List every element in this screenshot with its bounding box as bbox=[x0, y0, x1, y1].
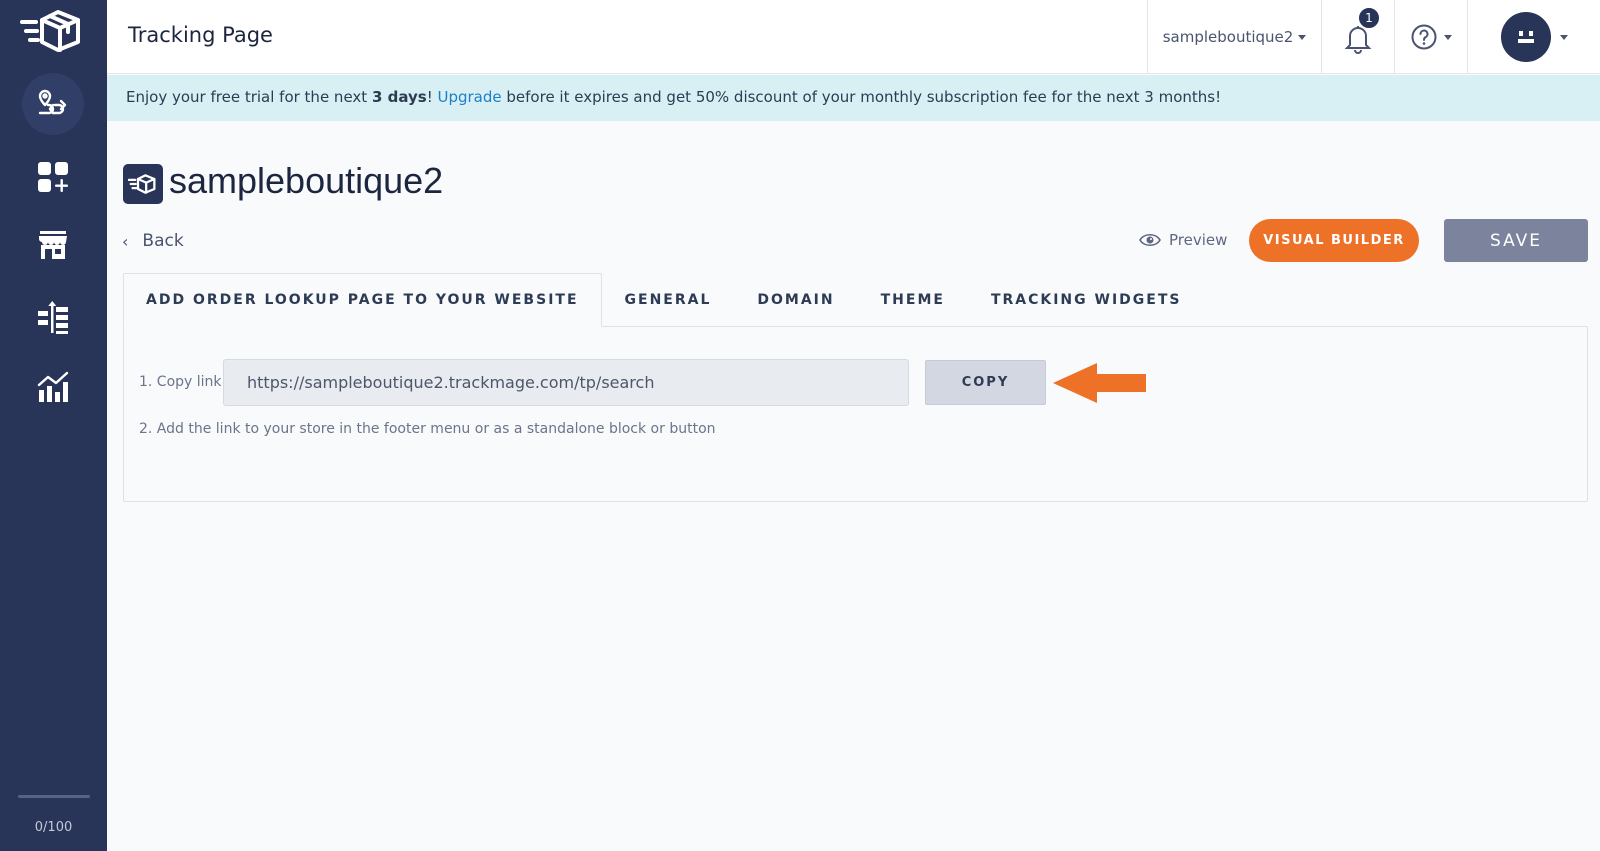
upgrade-link[interactable]: Upgrade bbox=[437, 88, 501, 106]
page-title: Tracking Page bbox=[128, 23, 273, 47]
banner-text: Enjoy your free trial for the next bbox=[126, 88, 372, 106]
eye-icon bbox=[1139, 233, 1161, 247]
sidebar-item-stores[interactable] bbox=[22, 214, 84, 276]
add-link-instructions: 2. Add the link to your store in the foo… bbox=[139, 421, 716, 437]
visual-builder-button[interactable]: VISUAL BUILDER bbox=[1249, 219, 1419, 262]
back-link[interactable]: ‹ Back bbox=[122, 231, 184, 251]
chevron-down-icon bbox=[1443, 34, 1452, 40]
store-selector-label: sampleboutique2 bbox=[1162, 28, 1294, 46]
copy-link-label: 1. Copy link bbox=[139, 374, 222, 390]
add-widget-icon bbox=[38, 162, 68, 192]
trial-banner: Enjoy your free trial for the next 3 day… bbox=[107, 75, 1600, 121]
store-logo-icon bbox=[123, 164, 163, 204]
sidebar-item-analytics[interactable] bbox=[22, 356, 84, 418]
tab-tracking-widgets[interactable]: TRACKING WIDGETS bbox=[968, 273, 1205, 327]
tab-add-order-lookup[interactable]: ADD ORDER LOOKUP PAGE TO YOUR WEBSITE bbox=[123, 273, 602, 327]
chevron-left-icon: ‹ bbox=[122, 231, 129, 251]
help-icon bbox=[1411, 24, 1436, 50]
store-name-heading: sampleboutique2 bbox=[169, 160, 444, 201]
preview-button[interactable]: Preview bbox=[1139, 231, 1227, 249]
tracking-link-field[interactable] bbox=[223, 359, 909, 406]
banner-text: before it expires and get 50% discount o… bbox=[501, 88, 1222, 106]
top-header: Tracking Page sampleboutique2 1 bbox=[107, 0, 1600, 74]
hierarchy-icon bbox=[38, 301, 68, 334]
usage-count: 0/100 bbox=[34, 820, 73, 835]
sidebar-item-integrations[interactable] bbox=[22, 287, 84, 349]
help-menu[interactable] bbox=[1394, 0, 1467, 74]
copy-button[interactable]: COPY bbox=[925, 360, 1046, 405]
avatar bbox=[1500, 12, 1551, 62]
sidebar-item-widgets[interactable] bbox=[22, 146, 84, 208]
banner-days: 3 days bbox=[371, 88, 427, 106]
user-face-icon bbox=[1517, 31, 1534, 43]
tab-domain[interactable]: DOMAIN bbox=[734, 273, 857, 327]
preview-label: Preview bbox=[1169, 231, 1228, 249]
chevron-down-icon bbox=[1298, 34, 1307, 40]
sidebar-item-shipments[interactable] bbox=[22, 73, 84, 135]
tab-panel bbox=[123, 326, 1588, 502]
store-selector[interactable]: sampleboutique2 bbox=[1147, 0, 1321, 74]
sidebar: 0/100 bbox=[0, 0, 107, 851]
save-button[interactable]: SAVE bbox=[1444, 219, 1588, 262]
settings-tabs: ADD ORDER LOOKUP PAGE TO YOUR WEBSITE GE… bbox=[123, 273, 1204, 327]
pointer-arrow-icon bbox=[1053, 363, 1146, 403]
chevron-down-icon bbox=[1559, 34, 1568, 40]
notifications-button[interactable]: 1 bbox=[1321, 0, 1394, 74]
notification-badge: 1 bbox=[1357, 6, 1381, 30]
trackmage-logo-icon[interactable] bbox=[20, 6, 86, 56]
tab-theme[interactable]: THEME bbox=[858, 273, 968, 327]
banner-text: ! bbox=[426, 88, 438, 106]
tab-general[interactable]: GENERAL bbox=[602, 273, 735, 327]
analytics-icon bbox=[37, 371, 69, 402]
user-menu[interactable] bbox=[1467, 0, 1600, 74]
back-label: Back bbox=[142, 231, 184, 251]
store-icon bbox=[39, 231, 67, 259]
route-icon bbox=[38, 89, 67, 115]
usage-bar bbox=[18, 795, 90, 798]
